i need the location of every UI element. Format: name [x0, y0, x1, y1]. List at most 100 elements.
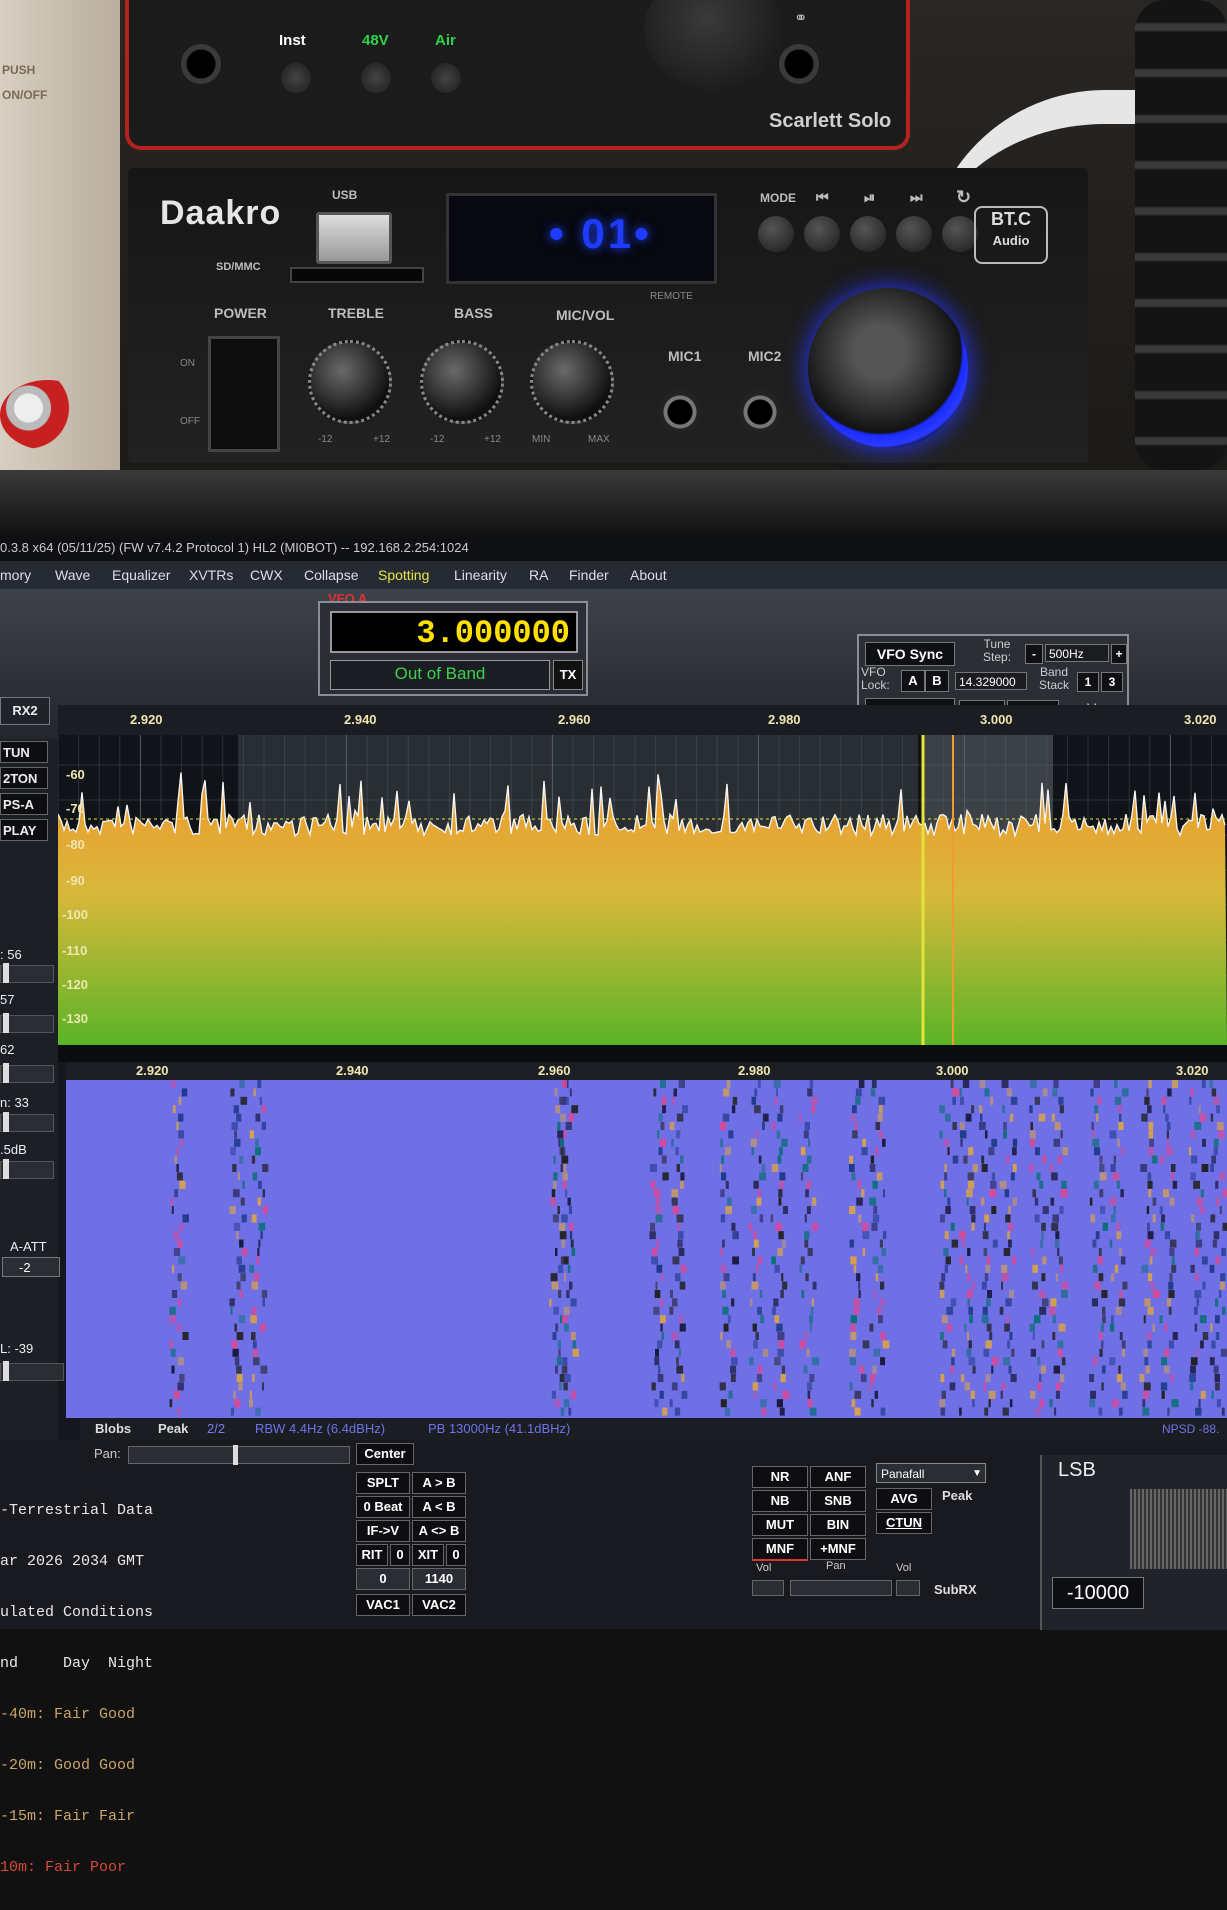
menu-about[interactable]: About [630, 561, 667, 589]
waterfall-frequency-scale: 2.920 2.940 2.960 2.980 3.000 3.020 [66, 1062, 1227, 1080]
db-60: -60 [66, 767, 85, 782]
mode-button[interactable] [758, 216, 794, 252]
db-70: -70 [66, 801, 85, 816]
rit-zero-button[interactable]: 0 [390, 1544, 410, 1566]
tune-step-value[interactable]: 500Hz [1045, 644, 1109, 662]
side-slider-4[interactable] [0, 1114, 54, 1132]
ctun-button[interactable]: CTUN [876, 1512, 932, 1534]
agc-slider[interactable] [0, 1363, 64, 1381]
play-button[interactable] [850, 216, 886, 252]
wf-freq-2920: 2.920 [136, 1063, 169, 1078]
inst-button[interactable] [281, 63, 311, 93]
vol-slider[interactable] [752, 1580, 784, 1596]
side-slider-2[interactable] [0, 1015, 54, 1033]
split-button[interactable]: SPLT [356, 1472, 410, 1494]
b-to-a-button[interactable]: A < B [412, 1496, 466, 1518]
vol2-label: Vol [896, 1562, 911, 1574]
side-slider-1[interactable] [0, 965, 54, 983]
vac1-button[interactable]: VAC1 [356, 1594, 410, 1616]
repeat-button[interactable] [942, 216, 978, 252]
a-att-spinner[interactable]: -2 [2, 1257, 60, 1277]
waterfall-display[interactable] [66, 1080, 1227, 1418]
anf-button[interactable]: ANF [810, 1466, 866, 1488]
a-att-label: A-ATT [10, 1239, 47, 1254]
next-button[interactable] [896, 216, 932, 252]
power-switch[interactable] [208, 336, 280, 452]
menu-cwx[interactable]: CWX [250, 561, 283, 589]
menu-xvtrs[interactable]: XVTRs [189, 561, 233, 589]
side-slider-3[interactable] [0, 1065, 54, 1083]
rbw-readout: RBW 4.4Hz (6.4dBHz) [255, 1418, 385, 1440]
menu-finder[interactable]: Finder [569, 561, 609, 589]
swap-ab-button[interactable]: A <> B [412, 1520, 466, 1542]
menu-wave[interactable]: Wave [55, 561, 90, 589]
peak-display-button[interactable]: Peak [942, 1488, 972, 1503]
tun-button[interactable]: TUN [0, 741, 48, 763]
nb-button[interactable]: NB [752, 1490, 808, 1512]
scarlett-interface: Inst 48V Air ⚭ Scarlett Solo [125, 0, 910, 150]
panadapter[interactable]: 2.920 2.940 2.960 2.980 3.000 3.020 [58, 705, 1227, 1062]
pb-readout: PB 13000Hz (41.1dBHz) [428, 1418, 570, 1440]
display-mode-select[interactable]: Panafall ▼ [876, 1463, 986, 1483]
a-to-b-button[interactable]: A > B [412, 1472, 466, 1494]
tx-button[interactable]: TX [553, 660, 583, 690]
center-button[interactable]: Center [356, 1443, 414, 1465]
2ton-button[interactable]: 2TON [0, 767, 48, 789]
frequency-display[interactable]: 3.000000 [330, 611, 578, 653]
band-stack-3[interactable]: 3 [1101, 672, 1123, 692]
air-button[interactable] [431, 63, 461, 93]
treble-knob[interactable] [308, 340, 392, 424]
lock-a-button[interactable]: A [901, 670, 925, 692]
menu-equalizer[interactable]: Equalizer [112, 561, 170, 589]
if-to-v-button[interactable]: IF->V [356, 1520, 410, 1542]
peak-button[interactable]: Peak [158, 1418, 188, 1440]
bin-button[interactable]: BIN [810, 1514, 866, 1536]
volume-knob[interactable] [808, 288, 968, 448]
bass-knob[interactable] [420, 340, 504, 424]
xit-button[interactable]: XIT [412, 1544, 444, 1566]
48v-button[interactable] [361, 63, 391, 93]
subrx-button[interactable]: SubRX [934, 1582, 977, 1597]
vol2-slider[interactable] [896, 1580, 920, 1596]
mic-min: MIN [532, 434, 550, 445]
menu-spotting[interactable]: Spotting [378, 561, 429, 589]
mut-button[interactable]: MUT [752, 1514, 808, 1536]
band-stack-1[interactable]: 1 [1077, 672, 1099, 692]
menu-collapse[interactable]: Collapse [304, 561, 358, 589]
rit-button[interactable]: RIT [356, 1544, 388, 1566]
tune-step-minus[interactable]: - [1025, 644, 1043, 664]
avg-button[interactable]: AVG [876, 1488, 932, 1510]
wf-freq-3020: 3.020 [1176, 1063, 1209, 1078]
pan-slider-thumb[interactable] [233, 1445, 238, 1465]
xit-value[interactable]: 1140 [412, 1568, 466, 1590]
xit-zero-button[interactable]: 0 [446, 1544, 466, 1566]
vfo-sync-button[interactable]: VFO Sync [865, 642, 955, 666]
mnf-button[interactable]: MNF [752, 1538, 808, 1561]
rx2-button[interactable]: RX2 [0, 697, 50, 725]
mic-vol-knob[interactable] [530, 340, 614, 424]
monitor-knob[interactable] [644, 0, 784, 90]
lock-b-button[interactable]: B [925, 670, 949, 692]
zero-beat-button[interactable]: 0 Beat [356, 1496, 410, 1518]
rit-value[interactable]: 0 [356, 1568, 410, 1590]
vac2-button[interactable]: VAC2 [412, 1594, 466, 1616]
sub-pan-slider[interactable] [790, 1580, 892, 1596]
nr-button[interactable]: NR [752, 1466, 808, 1488]
blobs-button[interactable]: Blobs [95, 1418, 131, 1440]
menu-memory[interactable]: mory [0, 561, 31, 589]
plus-mnf-button[interactable]: +MNF [810, 1538, 866, 1560]
display-status-line: Blobs Peak 2/2 RBW 4.4Hz (6.4dBHz) PB 13… [80, 1418, 1227, 1440]
play-pause-icon: ⏯ [864, 189, 875, 206]
menu-ra[interactable]: RA [529, 561, 548, 589]
snb-button[interactable]: SNB [810, 1490, 866, 1512]
mode-label: LSB [1058, 1459, 1096, 1482]
prev-button[interactable] [804, 216, 840, 252]
pan-slider[interactable] [128, 1446, 350, 1464]
side-slider-5[interactable] [0, 1161, 54, 1179]
prop-line-2: ar 2026 2034 GMT [0, 1553, 175, 1570]
prev-icon: ⏮ [816, 189, 829, 206]
play-button[interactable]: PLAY [0, 819, 48, 841]
menu-linearity[interactable]: Linearity [454, 561, 507, 589]
tune-step-plus[interactable]: + [1111, 644, 1127, 664]
ps-a-button[interactable]: PS-A [0, 793, 48, 815]
